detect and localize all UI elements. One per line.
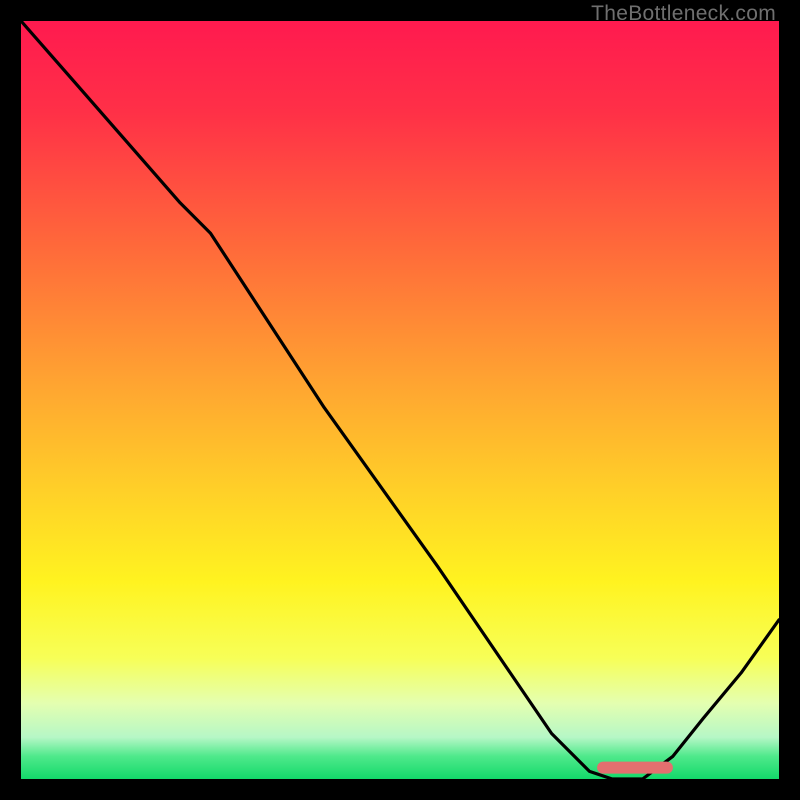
optimal-marker <box>597 762 673 774</box>
gradient-background <box>21 21 779 779</box>
bottleneck-chart <box>21 21 779 779</box>
chart-frame <box>21 21 779 779</box>
